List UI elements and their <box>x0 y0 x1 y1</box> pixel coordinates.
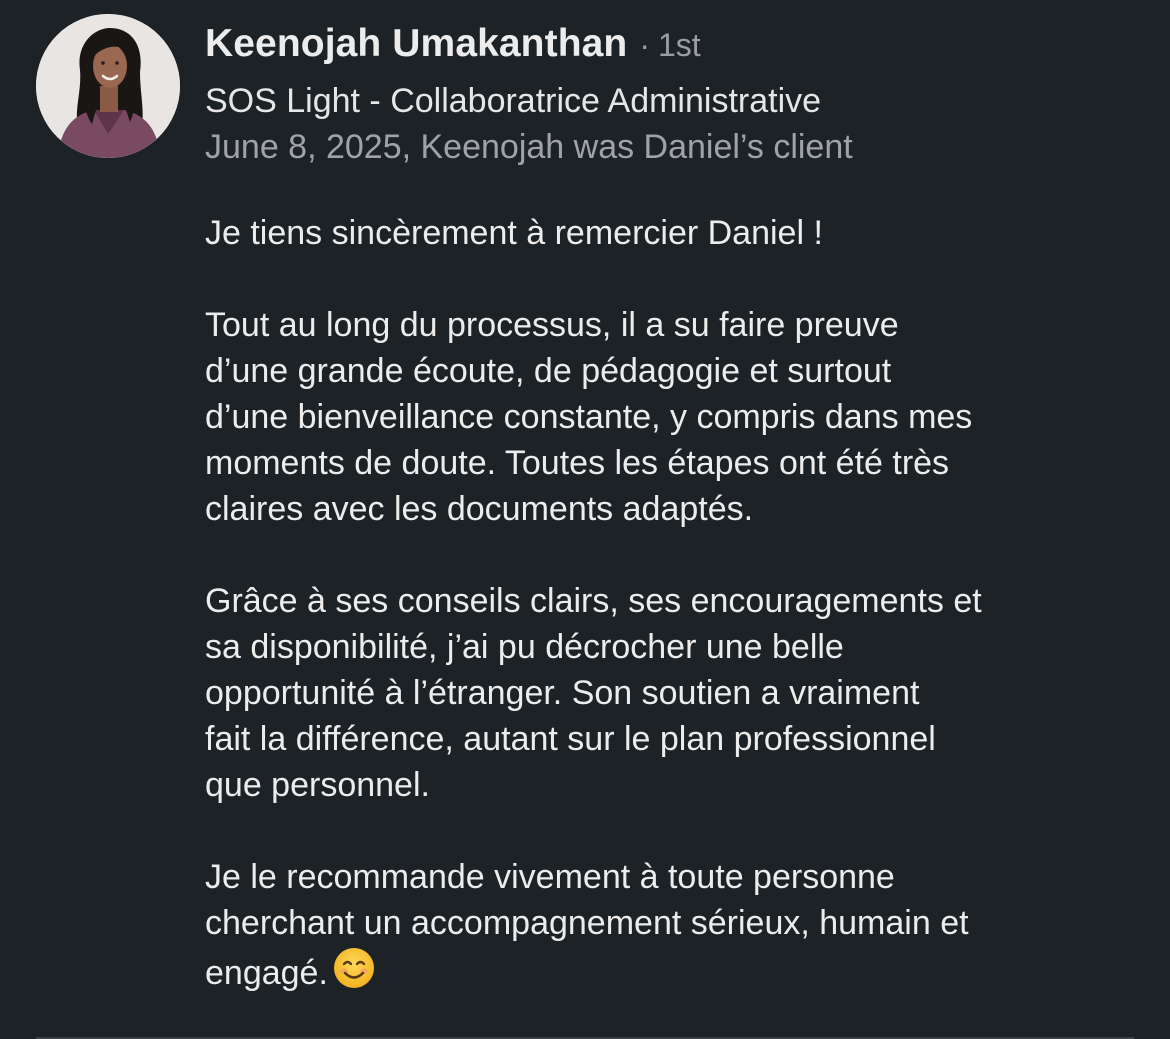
recommendation-text: Je tiens sincèrement à remercier Daniel … <box>205 210 1150 1002</box>
paragraph: Je tiens sincèrement à remercier Daniel … <box>205 210 1150 256</box>
text-line: Tout au long du processus, il a su faire… <box>205 306 899 344</box>
connection-degree: 1st <box>658 27 701 63</box>
text-line: moments de doute. Toutes les étapes ont … <box>205 444 950 482</box>
author-name-row: Keenojah Umakanthan · 1st <box>205 22 1145 74</box>
author-name[interactable]: Keenojah Umakanthan <box>205 22 627 66</box>
author-avatar[interactable] <box>36 14 180 158</box>
text-line: que personnel. <box>205 766 430 804</box>
text-line: opportunité à l’étranger. Son soutien a … <box>205 674 920 712</box>
text-line: sa disponibilité, j’ai pu décrocher une … <box>205 628 844 666</box>
author-photo-icon <box>36 14 180 158</box>
text-line: d’une grande écoute, de pédagogie et sur… <box>205 352 892 390</box>
text-line: Je tiens sincèrement à remercier Daniel … <box>205 214 823 252</box>
last-text-line: engagé. <box>205 946 1150 1002</box>
text-line: Je le recommande vivement à toute person… <box>205 858 895 896</box>
text-line: claires avec les documents adaptés. <box>205 490 754 528</box>
paragraph: Grâce à ses conseils clairs, ses encoura… <box>205 578 1150 808</box>
recommendation-header: Keenojah Umakanthan · 1st SOS Light - Co… <box>205 22 1145 170</box>
separator-dot: · <box>639 27 650 63</box>
recommendation-meta: June 8, 2025, Keenojah was Daniel’s clie… <box>205 128 853 166</box>
paragraph: Tout au long du processus, il a su faire… <box>205 302 1150 532</box>
text-line: fait la différence, autant sur le plan p… <box>205 720 936 758</box>
text-line-content: engagé. <box>205 954 328 992</box>
text-line: Grâce à ses conseils clairs, ses encoura… <box>205 582 982 620</box>
paragraph: Je le recommande vivement à toute person… <box>205 854 1150 1002</box>
text-line: cherchant un accompagnement sérieux, hum… <box>205 904 969 942</box>
smiling-face-emoji-icon <box>332 946 376 1002</box>
author-headline: SOS Light - Collaboratrice Administrativ… <box>205 82 822 120</box>
text-line: d’une bienveillance constante, y compris… <box>205 398 973 436</box>
